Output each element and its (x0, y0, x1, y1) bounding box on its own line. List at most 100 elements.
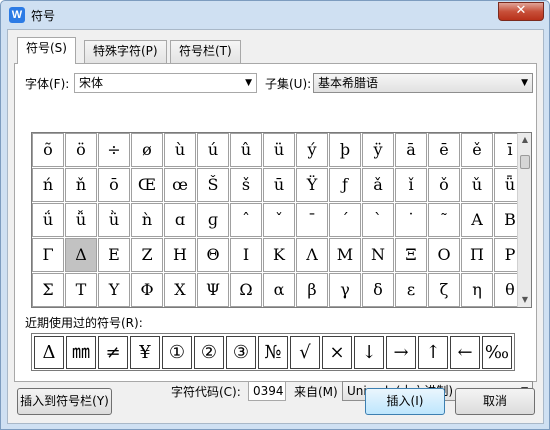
symbol-grid-scrollbar[interactable]: ▲ ▼ (517, 133, 531, 307)
symbol-cell[interactable]: Š (197, 168, 229, 202)
recent-symbol-cell[interactable]: ㎜ (66, 336, 96, 369)
cancel-button[interactable]: 取消 (455, 388, 535, 415)
recent-symbol-cell[interactable]: № (258, 336, 288, 369)
tab-special-characters[interactable]: 特殊字符(P) (84, 40, 167, 63)
symbol-cell[interactable]: ń (32, 168, 64, 202)
symbol-cell[interactable]: Η (164, 238, 196, 272)
recent-symbol-cell[interactable]: ↓ (354, 336, 384, 369)
symbol-cell[interactable]: Ξ (395, 238, 427, 272)
symbol-cell[interactable]: Σ (32, 273, 64, 307)
symbol-cell[interactable]: ˆ (230, 203, 262, 237)
scrollbar-thumb[interactable] (520, 155, 530, 169)
symbol-cell[interactable]: β (296, 273, 328, 307)
symbol-cell[interactable]: ˋ (362, 203, 394, 237)
recent-symbol-cell[interactable]: ① (162, 336, 192, 369)
symbol-cell[interactable]: ē (428, 133, 460, 167)
scroll-up-icon[interactable]: ▲ (518, 133, 532, 147)
symbol-cell[interactable]: ā (395, 133, 427, 167)
symbol-cell[interactable]: ˜ (428, 203, 460, 237)
subset-select[interactable]: 基本希腊语 ▼ (313, 73, 533, 93)
symbol-cell[interactable]: Ÿ (296, 168, 328, 202)
symbol-cell[interactable]: γ (329, 273, 361, 307)
recent-symbol-cell[interactable]: ③ (226, 336, 256, 369)
symbol-cell[interactable]: ǘ (32, 203, 64, 237)
symbol-cell[interactable]: ý (296, 133, 328, 167)
symbol-cell[interactable]: Π (461, 238, 493, 272)
symbol-cell[interactable]: ù (164, 133, 196, 167)
font-select[interactable]: 宋体 ▼ (74, 73, 257, 93)
symbol-cell[interactable]: Ν (362, 238, 394, 272)
symbol-cell[interactable]: ε (395, 273, 427, 307)
symbol-cell[interactable]: Ο (428, 238, 460, 272)
recent-symbol-cell[interactable]: √ (290, 336, 320, 369)
symbol-cell[interactable]: α (263, 273, 295, 307)
symbol-cell[interactable]: Τ (65, 273, 97, 307)
tab-symbol-bar[interactable]: 符号栏(T) (170, 40, 241, 63)
symbol-cell[interactable]: Œ (131, 168, 163, 202)
symbol-cell[interactable]: δ (362, 273, 394, 307)
recent-symbol-cell[interactable]: ‰ (482, 336, 512, 369)
symbol-cell[interactable]: ˙ (395, 203, 427, 237)
symbol-cell[interactable]: Ω (230, 273, 262, 307)
tab-symbols[interactable]: 符号(S) (17, 37, 76, 64)
symbol-cell[interactable]: ú (197, 133, 229, 167)
symbol-cell[interactable]: ɡ (197, 203, 229, 237)
recent-symbol-cell[interactable]: ← (450, 336, 480, 369)
symbol-cell[interactable]: η (461, 273, 493, 307)
symbol-cell[interactable]: Ζ (131, 238, 163, 272)
recent-symbol-cell[interactable]: ¥ (130, 336, 160, 369)
symbol-cell[interactable]: ň (65, 168, 97, 202)
symbols-tab-panel: 字体(F): 宋体 ▼ 子集(U): 基本希腊语 ▼ õ ö ÷ ø ù ú û ü ý þ ÿ ā ē… (14, 63, 537, 401)
symbol-cell[interactable]: š (230, 168, 262, 202)
symbol-cell[interactable]: ō (98, 168, 130, 202)
symbol-cell[interactable]: Δ (65, 238, 97, 272)
symbol-cell[interactable]: Λ (296, 238, 328, 272)
symbol-cell[interactable]: ǹ (131, 203, 163, 237)
char-code-input[interactable]: 0394 (248, 381, 286, 401)
symbol-cell[interactable]: Κ (263, 238, 295, 272)
symbol-cell[interactable]: Υ (98, 273, 130, 307)
symbol-cell[interactable]: Θ (197, 238, 229, 272)
scroll-down-icon[interactable]: ▼ (518, 293, 532, 307)
symbol-cell[interactable]: ɑ (164, 203, 196, 237)
symbol-cell[interactable]: Χ (164, 273, 196, 307)
symbol-cell[interactable]: Φ (131, 273, 163, 307)
recent-symbol-cell[interactable]: ↑ (418, 336, 448, 369)
symbol-cell[interactable]: ǜ (98, 203, 130, 237)
symbol-cell[interactable]: þ (329, 133, 361, 167)
symbol-cell[interactable]: ǔ (461, 168, 493, 202)
symbol-cell[interactable]: ˇ (263, 203, 295, 237)
symbol-cell[interactable]: ö (65, 133, 97, 167)
symbol-cell[interactable]: õ (32, 133, 64, 167)
symbol-cell[interactable]: ø (131, 133, 163, 167)
symbol-cell[interactable]: ˊ (329, 203, 361, 237)
insert-to-symbol-bar-button[interactable]: 插入到符号栏(Y) (17, 388, 112, 415)
symbol-cell[interactable]: Α (461, 203, 493, 237)
symbol-cell[interactable]: Γ (32, 238, 64, 272)
recent-symbol-cell[interactable]: → (386, 336, 416, 369)
symbol-cell[interactable]: ǒ (428, 168, 460, 202)
symbol-cell[interactable]: Μ (329, 238, 361, 272)
symbol-cell[interactable]: ǐ (395, 168, 427, 202)
recent-symbol-cell[interactable]: ② (194, 336, 224, 369)
symbol-cell[interactable]: Ι (230, 238, 262, 272)
symbol-cell[interactable]: ū (263, 168, 295, 202)
recent-symbol-cell[interactable]: Δ (34, 336, 64, 369)
symbol-cell[interactable]: û (230, 133, 262, 167)
symbol-cell[interactable]: ÿ (362, 133, 394, 167)
symbol-cell[interactable]: Ε (98, 238, 130, 272)
symbol-cell[interactable]: ü (263, 133, 295, 167)
symbol-cell[interactable]: Ψ (197, 273, 229, 307)
symbol-cell[interactable]: ǚ (65, 203, 97, 237)
recent-symbol-cell[interactable]: ≠ (98, 336, 128, 369)
insert-button[interactable]: 插入(I) (365, 388, 445, 415)
symbol-cell[interactable]: ζ (428, 273, 460, 307)
symbol-cell[interactable]: ǎ (362, 168, 394, 202)
close-button[interactable]: ✕ (498, 2, 544, 21)
symbol-cell[interactable]: ě (461, 133, 493, 167)
symbol-cell[interactable]: ˉ (296, 203, 328, 237)
symbol-cell[interactable]: ÷ (98, 133, 130, 167)
symbol-cell[interactable]: ƒ (329, 168, 361, 202)
recent-symbol-cell[interactable]: × (322, 336, 352, 369)
symbol-cell[interactable]: œ (164, 168, 196, 202)
